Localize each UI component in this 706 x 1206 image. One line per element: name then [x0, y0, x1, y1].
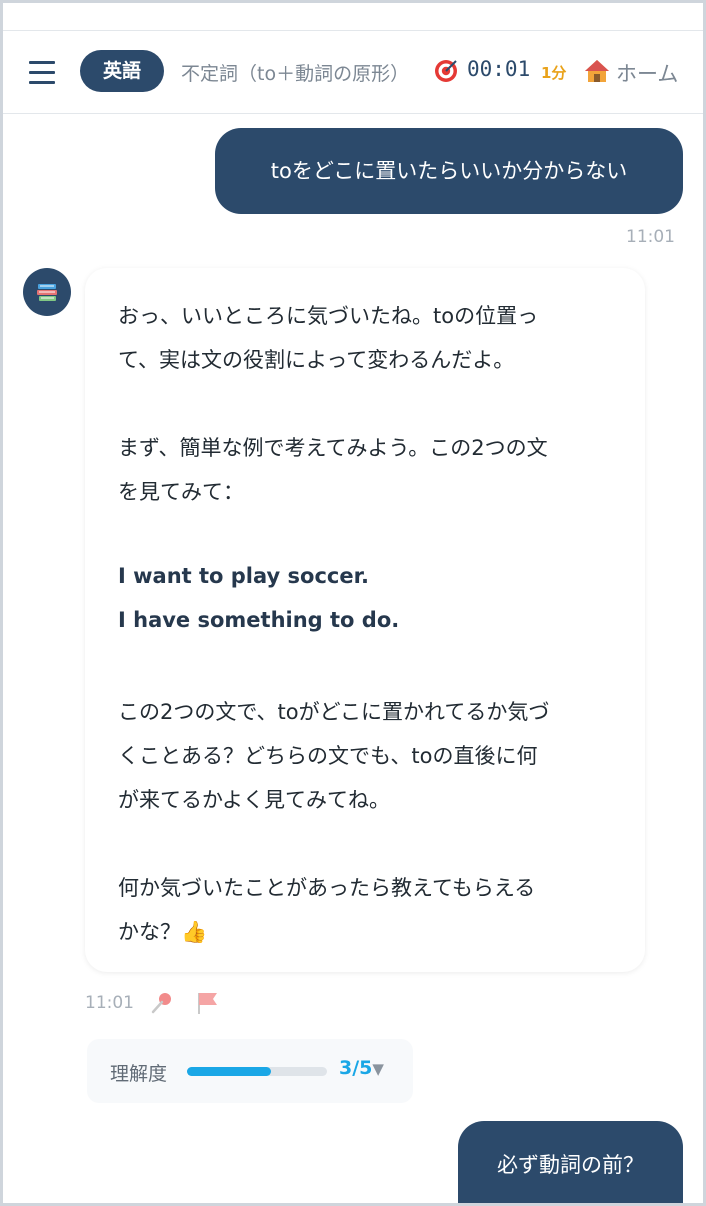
assistant-line: この2つの文で、toがどこに置かれてるか気づ [118, 700, 550, 724]
assistant-line: かな？👍 [118, 920, 208, 944]
assistant-line: が来てるかよく見てみてね。 [118, 788, 390, 812]
minutes-badge: 1分 [541, 64, 567, 82]
understanding-dropdown[interactable]: 3/5▼ [339, 1057, 384, 1079]
books-icon [37, 284, 57, 301]
flag-icon[interactable] [195, 990, 219, 1016]
top-bar: 英語 不定詞（to＋動詞の原形） 00:01 1分 ホーム [3, 30, 703, 114]
understanding-bar [187, 1067, 327, 1076]
example-sentence: I have something to do. [118, 608, 400, 632]
assistant-line: を見てみて： [118, 480, 244, 504]
subject-badge[interactable]: 英語 [80, 50, 164, 92]
assistant-message: おっ、いいところに気づいたね。toの位置っ て、実は文の役割によって変わるんだよ… [85, 268, 645, 972]
topic-title: 不定詞（to＋動詞の原形） [181, 63, 410, 85]
pin-icon[interactable] [149, 990, 175, 1016]
example-sentence: I want to play soccer. [118, 564, 369, 588]
understanding-label: 理解度 [110, 1063, 168, 1085]
user-message: toをどこに置いたらいいか分からない [215, 128, 683, 214]
message-time: 11:01 [85, 993, 134, 1013]
chevron-down-icon: ▼ [372, 1060, 384, 1078]
home-icon [585, 60, 609, 82]
assistant-line: て、実は文の役割によって変わるんだよ。 [118, 348, 515, 372]
tutor-avatar [23, 268, 71, 316]
message-time: 11:01 [626, 227, 675, 247]
menu-icon[interactable] [29, 61, 55, 84]
understanding-fill [187, 1067, 271, 1076]
app-frame: 英語 不定詞（to＋動詞の原形） 00:01 1分 ホーム toをどこに置いたら… [3, 3, 703, 1203]
assistant-line: おっ、いいところに気づいたね。toの位置っ [118, 304, 539, 328]
home-label: ホーム [616, 62, 679, 86]
user-message: 必ず動詞の前？ [458, 1121, 683, 1203]
understanding-value: 3/5 [339, 1057, 373, 1079]
understanding-panel: 理解度 3/5▼ [87, 1039, 413, 1103]
assistant-line: まず、簡単な例で考えてみよう。この2つの文 [118, 436, 548, 460]
timer: 00:01 [467, 57, 531, 81]
target-icon [435, 60, 457, 82]
assistant-line: くことある？どちらの文でも、toの直後に何 [118, 744, 538, 768]
assistant-line: 何か気づいたことがあったら教えてもらえる [118, 876, 536, 900]
